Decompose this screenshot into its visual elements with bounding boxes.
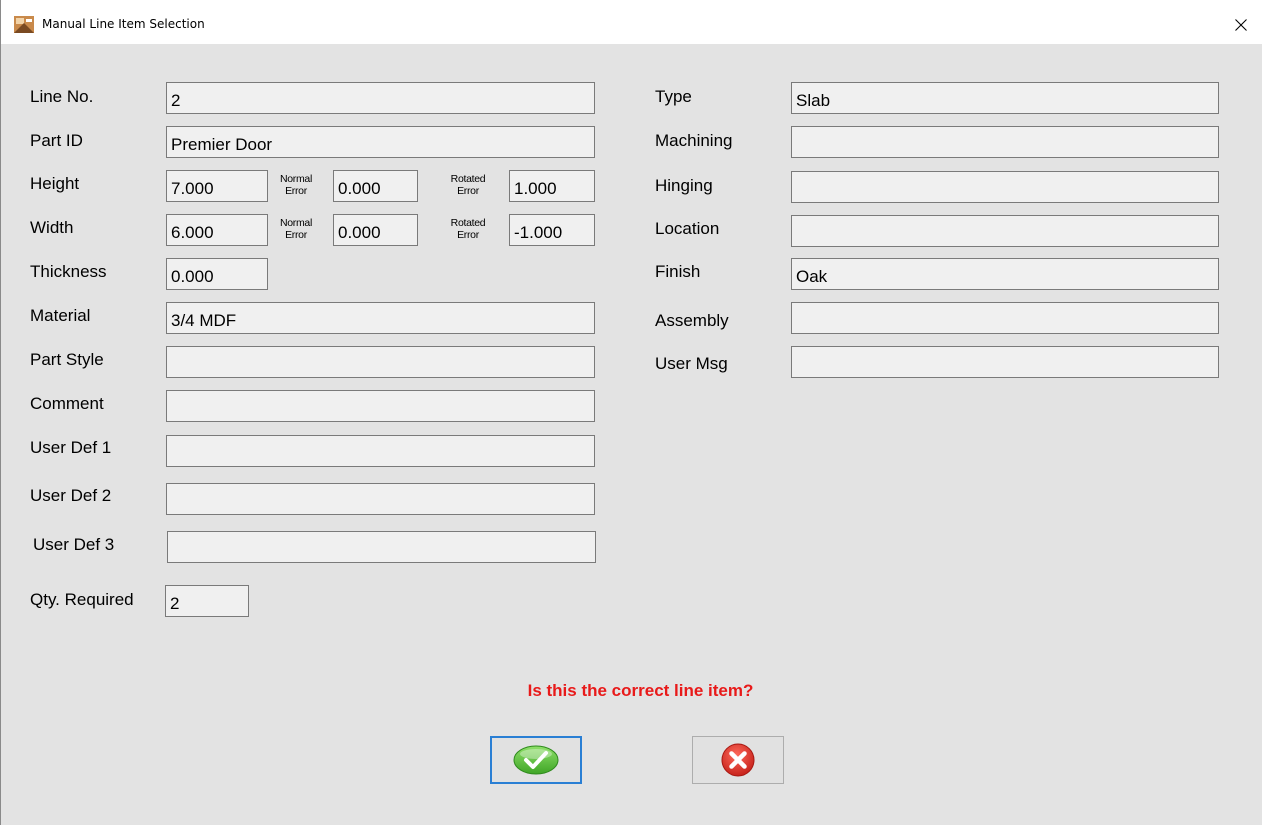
- close-button[interactable]: [1219, 8, 1262, 42]
- width-normal-error-label: Normal Error: [279, 217, 313, 241]
- checkmark-icon: [513, 745, 559, 775]
- width-field[interactable]: 6.000: [166, 214, 268, 246]
- close-icon: [1235, 19, 1247, 31]
- qty-required-label: Qty. Required: [30, 590, 134, 609]
- part-id-field[interactable]: Premier Door: [166, 126, 595, 158]
- user-msg-label: User Msg: [655, 354, 728, 373]
- user-def-2-field[interactable]: [166, 483, 595, 515]
- assembly-label: Assembly: [655, 311, 729, 330]
- app-icon: [14, 16, 34, 33]
- part-style-field[interactable]: [166, 346, 595, 378]
- machining-field[interactable]: [791, 126, 1219, 158]
- location-field[interactable]: [791, 215, 1219, 247]
- part-style-label: Part Style: [30, 350, 104, 369]
- finish-field[interactable]: Oak: [791, 258, 1219, 290]
- height-rotated-error-field[interactable]: 1.000: [509, 170, 595, 202]
- width-rotated-error-label: Rotated Error: [450, 217, 486, 241]
- assembly-field[interactable]: [791, 302, 1219, 334]
- line-no-label: Line No.: [30, 87, 94, 106]
- material-label: Material: [30, 306, 91, 325]
- height-normal-error-field[interactable]: 0.000: [333, 170, 418, 202]
- comment-field[interactable]: [166, 390, 595, 422]
- user-def-1-label: User Def 1: [30, 438, 112, 457]
- line-no-field[interactable]: 2: [166, 82, 595, 114]
- part-id-label: Part ID: [30, 131, 83, 150]
- height-label: Height: [30, 174, 80, 193]
- type-label: Type: [655, 87, 692, 106]
- hinging-field[interactable]: [791, 171, 1219, 203]
- dialog-window: Manual Line Item Selection Line No. Part…: [0, 0, 1262, 825]
- user-msg-field[interactable]: [791, 346, 1219, 378]
- window-title: Manual Line Item Selection: [42, 17, 205, 31]
- user-def-3-label: User Def 3: [33, 535, 115, 554]
- width-label: Width: [30, 218, 74, 237]
- user-def-1-field[interactable]: [166, 435, 595, 467]
- width-normal-error-field[interactable]: 0.000: [333, 214, 418, 246]
- user-def-3-field[interactable]: [167, 531, 596, 563]
- height-rotated-error-label: Rotated Error: [450, 173, 486, 197]
- height-normal-error-label: Normal Error: [279, 173, 313, 197]
- type-field[interactable]: Slab: [791, 82, 1219, 114]
- thickness-label: Thickness: [30, 262, 107, 281]
- qty-required-field[interactable]: 2: [165, 585, 249, 617]
- machining-label: Machining: [655, 131, 733, 150]
- confirmation-question: Is this the correct line item?: [527, 681, 754, 700]
- cancel-button[interactable]: [692, 736, 784, 784]
- x-cancel-icon: [721, 743, 755, 777]
- hinging-label: Hinging: [655, 176, 713, 195]
- comment-label: Comment: [30, 394, 104, 413]
- width-rotated-error-field[interactable]: -1.000: [509, 214, 595, 246]
- material-field[interactable]: 3/4 MDF: [166, 302, 595, 334]
- confirm-button[interactable]: [490, 736, 582, 784]
- height-field[interactable]: 7.000: [166, 170, 268, 202]
- location-label: Location: [655, 219, 720, 238]
- title-bar: Manual Line Item Selection: [1, 0, 1262, 44]
- user-def-2-label: User Def 2: [30, 486, 112, 505]
- finish-label: Finish: [655, 262, 701, 281]
- thickness-field[interactable]: 0.000: [166, 258, 268, 290]
